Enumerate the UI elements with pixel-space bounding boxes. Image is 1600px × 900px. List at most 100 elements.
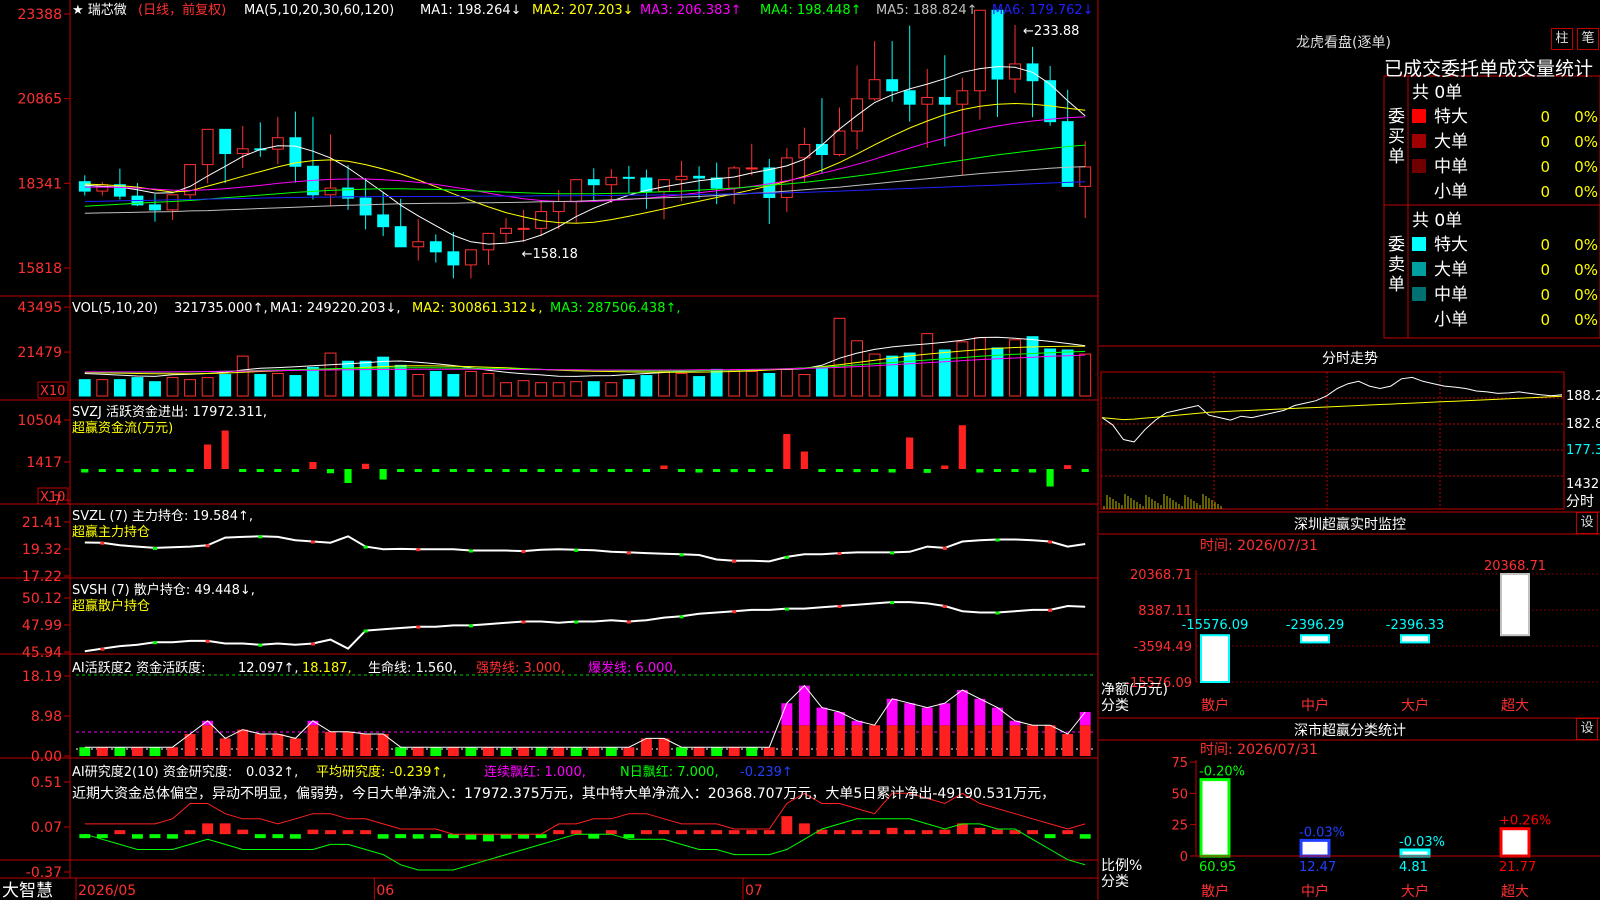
ai2-bar (921, 725, 933, 756)
volume-bar (289, 375, 302, 397)
ai2-bar (605, 747, 617, 756)
ai2-bar (483, 747, 494, 756)
candle (587, 168, 600, 202)
svzj-bar (186, 469, 194, 472)
ai2-bar (430, 747, 442, 756)
volume-bar (658, 370, 670, 397)
candle-body (271, 137, 284, 150)
candle-body (675, 175, 688, 181)
candle-body (938, 96, 951, 105)
volume-bar (482, 373, 495, 397)
pen-mode-button[interactable]: 笔 (1577, 28, 1599, 50)
svzj-bar (800, 451, 808, 469)
buy-label: 单 (1388, 147, 1405, 167)
ai2-bar (219, 738, 231, 756)
volume-header: VOL(5,10,20) (72, 301, 158, 316)
volume-bar (394, 364, 407, 397)
sz-stats-ytick-label: 50 (1171, 787, 1188, 802)
research-bar (640, 830, 652, 835)
stock-chart-canvas[interactable]: 23388 20865 18341 15818 ←233.88 ←158.18 ★ 瑞芯微 (… (0, 0, 1600, 900)
research-bar (816, 829, 828, 835)
research-bar (658, 830, 670, 835)
period-label: (日线，前复权) (138, 2, 226, 18)
sz-stats-bar (1199, 778, 1231, 858)
svzj-bar (414, 469, 422, 472)
candle (201, 128, 214, 184)
volume-bar (763, 373, 776, 397)
candle (886, 41, 899, 102)
research-bar (483, 834, 494, 842)
ai2-bar (553, 747, 565, 756)
candle (658, 179, 670, 220)
svzj-bar (713, 469, 721, 472)
sz-stats-settings-button[interactable]: 设 (1576, 718, 1598, 740)
ai2-bar (79, 747, 91, 756)
buy-row-pct: 0% (1574, 108, 1598, 126)
candle-body (201, 128, 214, 166)
research-bar (992, 829, 1003, 835)
ai2-bar (711, 747, 723, 756)
sz-monitor-settings-button[interactable]: 设 (1576, 512, 1598, 534)
ai2-bar (254, 734, 266, 756)
sell-label: 单 (1388, 275, 1405, 295)
ma-line-1 (84, 66, 1086, 245)
svzj-bar (484, 469, 493, 472)
svzj-bar (168, 469, 177, 472)
ai2-bar-top (974, 698, 986, 726)
volume-bar (254, 374, 267, 397)
svzj-bar (81, 469, 89, 473)
sz-stats-ytick-label: 25 (1171, 819, 1188, 834)
ai2-bar (412, 747, 424, 756)
sz-stats-value: 60.95 (1199, 860, 1236, 875)
svzj-bar (449, 469, 457, 472)
ai2-bar (834, 725, 845, 756)
volume-bar (342, 360, 354, 397)
ai2-bar-top (956, 690, 968, 726)
y-tick-label: 18341 (17, 176, 62, 192)
volume-ma-label: MA3: 287506.438↑, (550, 301, 681, 316)
column-mode-button[interactable]: 柱 (1551, 28, 1573, 50)
volume-bar (973, 337, 986, 397)
buy-row-name: 特大 (1434, 107, 1468, 127)
research-bar (921, 830, 933, 835)
ai2-bar (886, 725, 898, 756)
research-bar (342, 830, 354, 835)
candle (482, 232, 495, 265)
ma-label-4: MA4: 198.448↑ (760, 3, 862, 18)
research-bar (96, 834, 108, 839)
volume-bar (535, 382, 548, 397)
ai2-bar (816, 725, 828, 756)
ai2-life-line-label: 生命线: 1.560, (368, 660, 457, 676)
candle (973, 9, 986, 120)
sell-row-name: 中单 (1434, 285, 1468, 305)
svzj-bar (1064, 465, 1072, 469)
line-marker (574, 620, 579, 624)
candle (1026, 46, 1039, 118)
svzj-bar (695, 469, 703, 473)
research-bar (570, 830, 582, 835)
research-bar (131, 834, 143, 839)
research-bar (746, 830, 758, 835)
stock-name: ★ 瑞芯微 (72, 3, 127, 18)
y-tick-label: 21479 (17, 345, 62, 361)
candle (745, 143, 758, 176)
svzj-bar (555, 469, 563, 472)
svzj-bar (1028, 469, 1037, 473)
candle-body (921, 96, 934, 105)
ai2-bar (974, 725, 986, 756)
svzj-bar (870, 469, 879, 472)
sell-row-pct: 0% (1574, 261, 1598, 279)
candle (938, 55, 951, 147)
sell-row-count: 0 (1540, 236, 1550, 254)
sz-monitor-bar (1500, 573, 1530, 637)
buy-row-name: 小单 (1434, 182, 1468, 202)
research-value: 0.032↑, (246, 765, 298, 780)
buy-row-count: 0 (1540, 133, 1550, 151)
svzj-bar (98, 469, 106, 472)
svzj-bar (853, 469, 861, 473)
sz-stats-ytick-label: 0 (1180, 850, 1188, 865)
svzj-header: SVZJ 活跃资金进出: 17972.311, (72, 404, 267, 420)
svsh-header: SVSH (7) 散户持仓: 49.448↓, (72, 582, 255, 598)
research-commentary: 近期大资金总体偏空，异动不明显，偏弱势，今日大单净流入：17972.375万元，… (72, 786, 1055, 802)
sz-stats-bar (1399, 848, 1431, 858)
